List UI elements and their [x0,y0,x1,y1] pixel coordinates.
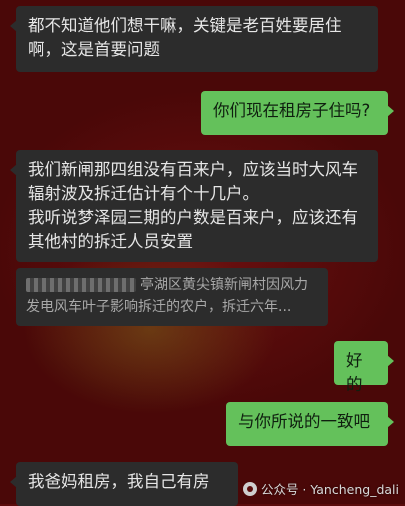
message-bubble-outgoing[interactable]: 与你所说的一致吧 [226,402,394,446]
message-bubble-outgoing[interactable]: 你们现在租房子住吗? [201,91,394,135]
quoted-message-card[interactable]: 亭湖区黄尖镇新闸村因风力发电风车叶子影响拆迁的农户，拆迁六年... [16,268,328,326]
watermark: 公众号 · Yancheng_dali [242,479,399,498]
wechat-official-account-icon [242,481,257,496]
watermark-text: 公众号 · Yancheng_dali [260,482,399,497]
message-bubble-outgoing[interactable]: 好的 [334,341,394,394]
redacted-name [26,278,136,292]
message-bubble-incoming[interactable]: 我们新闸那四组没有百来户，应该当时大风车辐射波及拆迁估计有个十几户。 我听说梦泽… [10,150,378,262]
message-bubble-incoming[interactable]: 都不知道他们想干嘛，关键是老百姓要居住啊，这是首要问题 [10,6,378,72]
message-bubble-incoming[interactable]: 我爸妈租房，我自己有房 [10,462,238,506]
